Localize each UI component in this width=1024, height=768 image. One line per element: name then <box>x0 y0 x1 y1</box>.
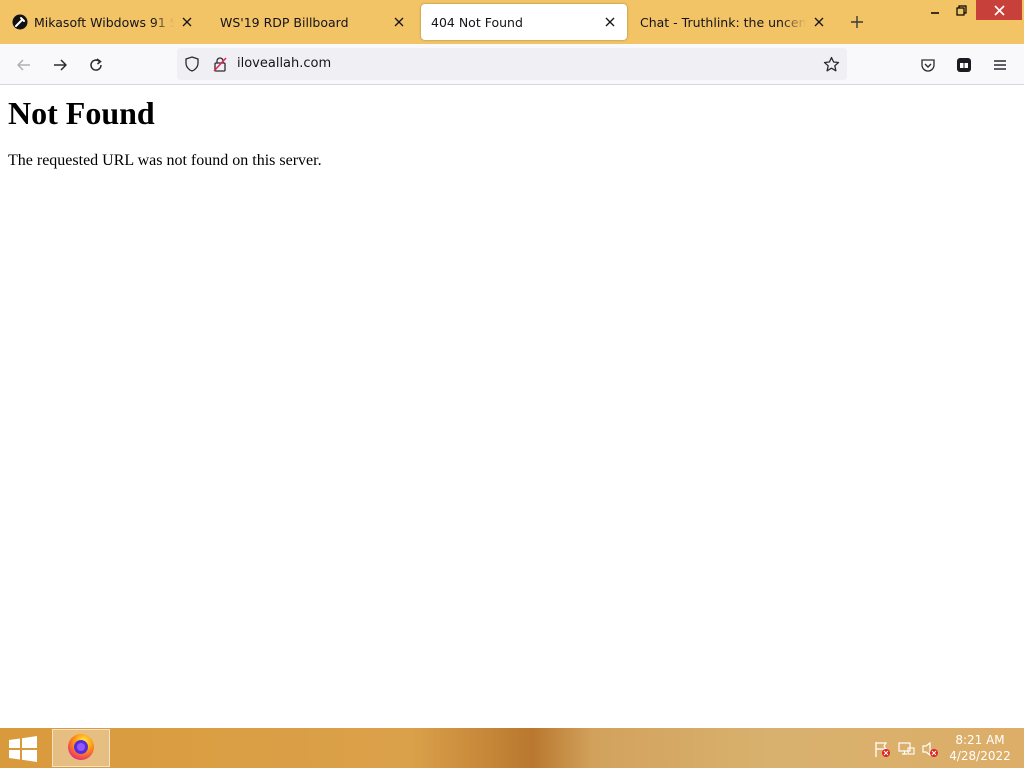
tab-404-not-found[interactable]: 404 Not Found <box>421 4 627 40</box>
reload-icon[interactable] <box>83 52 109 78</box>
close-icon[interactable] <box>601 13 619 31</box>
url-bar[interactable]: iloveallah.com <box>177 48 847 80</box>
tab-mikasoft[interactable]: Mikasoft Wibdows 91 Sample <box>2 4 204 40</box>
network-icon[interactable] <box>897 740 915 758</box>
system-clock[interactable]: 8:21 AM 4/28/2022 <box>944 732 1016 764</box>
muted-speaker-icon[interactable] <box>921 740 939 758</box>
tab-title: Mikasoft Wibdows 91 Sample <box>34 14 174 30</box>
close-icon[interactable] <box>810 13 828 31</box>
close-icon[interactable] <box>390 13 408 31</box>
page-title: Not Found <box>8 95 155 131</box>
tab-title: WS'19 RDP Billboard <box>220 14 349 30</box>
navigation-toolbar: iloveallah.com <box>0 44 1024 85</box>
close-icon[interactable] <box>178 13 196 31</box>
tab-title: 404 Not Found <box>431 14 523 30</box>
taskbar: 8:21 AM 4/28/2022 <box>0 728 1024 768</box>
tab-ws19-rdp-billboard[interactable]: WS'19 RDP Billboard <box>210 4 416 40</box>
back-arrow-icon[interactable] <box>11 52 37 78</box>
close-icon[interactable] <box>976 0 1022 20</box>
url-text[interactable]: iloveallah.com <box>237 56 331 71</box>
plus-icon[interactable] <box>846 11 868 33</box>
insecure-lock-icon[interactable] <box>211 55 229 73</box>
action-center-flag-icon[interactable] <box>873 740 891 758</box>
forward-arrow-icon[interactable] <box>47 52 73 78</box>
restore-icon[interactable] <box>944 0 978 20</box>
star-icon[interactable] <box>822 55 840 73</box>
taskbar-firefox-button[interactable] <box>52 729 110 767</box>
error-message: The requested URL was not found on this … <box>8 152 322 169</box>
wrench-disc-icon <box>12 14 28 30</box>
page-content: Not Found The requested URL was not foun… <box>0 85 1024 728</box>
tab-bar: Mikasoft Wibdows 91 Sample WS'19 RDP Bil… <box>0 0 1024 44</box>
tab-chat-truthlink[interactable]: Chat - Truthlink: the uncensored <box>630 4 836 40</box>
clock-time: 8:21 AM <box>955 733 1005 747</box>
clock-date: 4/28/2022 <box>949 749 1011 763</box>
shield-icon[interactable] <box>183 55 201 73</box>
firefox-icon <box>66 731 96 765</box>
hamburger-menu-icon[interactable] <box>987 52 1013 78</box>
extension-icon[interactable] <box>951 52 977 78</box>
windows-start-icon[interactable] <box>8 736 38 762</box>
tab-title: Chat - Truthlink: the uncensored <box>640 14 806 30</box>
pocket-icon[interactable] <box>915 52 941 78</box>
